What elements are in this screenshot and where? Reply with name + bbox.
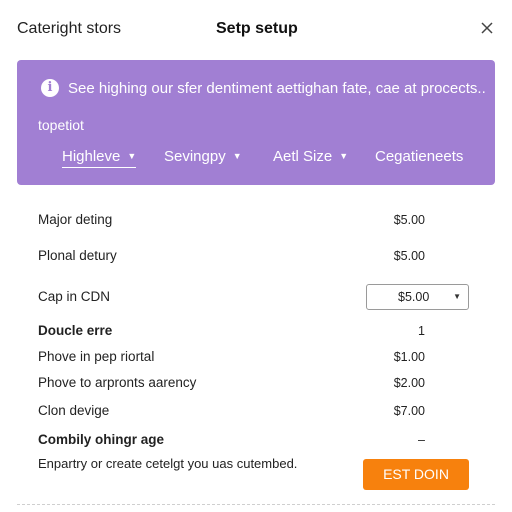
row-value: – (418, 433, 425, 447)
row-label: Plonal detury (38, 248, 117, 263)
filter-dropdown-sevingpy[interactable]: Sevingpy ▼ (164, 148, 242, 165)
banner-message: See highing our sfer dentiment aettighan… (68, 80, 486, 97)
row-value: $5.00 (393, 249, 425, 263)
cdn-cap-select[interactable]: $5.00 ▼ (366, 284, 469, 310)
setup-dialog: Caterіght stors Setp setup i See highing… (0, 0, 512, 512)
chevron-down-icon: ▼ (339, 151, 349, 161)
select-value: $5.00 (398, 290, 430, 304)
chevron-down-icon: ▼ (127, 151, 137, 161)
row-label: Phove to arpronts aarency (38, 375, 197, 390)
list-item: Clon devige $7.00 (17, 399, 495, 423)
filter-dropdown-highleve[interactable]: Highleve ▼ (62, 148, 137, 168)
row-label: Phove in pep riortal (38, 349, 155, 364)
dialog-title: Setp setup (216, 20, 298, 37)
divider (17, 504, 495, 506)
row-label: Clon devige (38, 403, 110, 418)
filter-categories[interactable]: Cegatieneets (375, 148, 463, 165)
info-banner: i See highing our sfer dentiment aettigh… (17, 60, 495, 185)
list-item: Plonal detury $5.00 (17, 244, 495, 268)
primary-button[interactable]: EST DOIN (363, 459, 469, 490)
dialog-header: Caterіght stors Setp setup (0, 0, 512, 58)
row-value: $2.00 (393, 376, 425, 390)
row-value: $7.00 (393, 404, 425, 418)
list-item: Cap in CDN $5.00 ▼ (17, 284, 495, 310)
row-label: Combily ohingr age (38, 432, 165, 447)
list-item: Phove to arpronts aarency $2.00 (17, 371, 495, 395)
footer-text: Enpartry or create cetelgt you uas cutem… (38, 456, 298, 471)
row-value: $1.00 (393, 350, 425, 364)
filter-label: Highleve (62, 148, 121, 165)
list-item: Doucle erre 1 (17, 319, 495, 343)
close-icon (481, 22, 493, 34)
close-button[interactable] (478, 19, 496, 37)
row-value: 1 (418, 324, 425, 338)
filter-dropdown-size[interactable]: Aetl Size ▼ (273, 148, 348, 165)
banner-subtext: topetiot (38, 117, 84, 133)
filter-label: Cegatieneets (375, 148, 464, 165)
list-item: Major deting $5.00 (17, 208, 495, 232)
info-icon: i (41, 79, 59, 97)
chevron-down-icon: ▼ (232, 151, 242, 161)
app-name: Caterіght stors (17, 20, 122, 37)
row-label: Major deting (38, 212, 113, 227)
row-label: Doucle erre (38, 323, 113, 338)
list-item: Phove in pep riortal $1.00 (17, 345, 495, 369)
row-label: Cap in CDN (38, 289, 111, 304)
row-value: $5.00 (393, 213, 425, 227)
filter-label: Aetl Size (273, 148, 333, 165)
chevron-down-icon: ▼ (453, 292, 461, 301)
list-item: Combily ohingr age – (17, 428, 495, 452)
filter-label: Sevingpy (164, 148, 226, 165)
